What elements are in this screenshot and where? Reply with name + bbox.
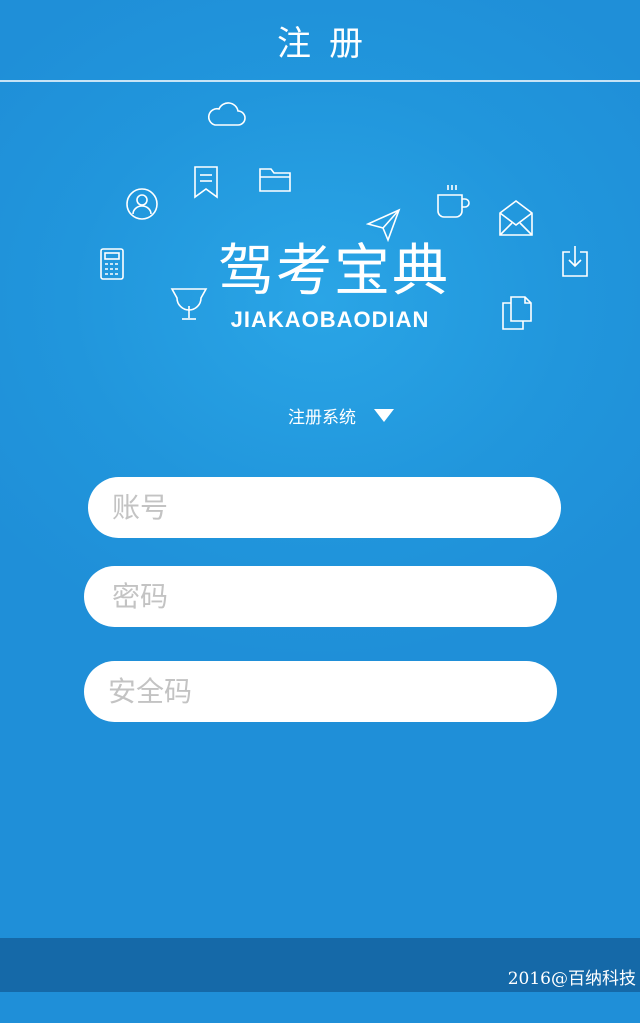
mail-icon xyxy=(498,199,534,237)
coffee-cup-icon xyxy=(434,183,470,221)
header-bar: 注册 xyxy=(0,0,640,82)
documents-icon xyxy=(501,295,533,331)
account-input[interactable] xyxy=(110,490,561,525)
system-select-label: 注册系统 xyxy=(288,407,356,428)
system-select-dropdown[interactable]: 注册系统 xyxy=(288,400,394,430)
download-icon xyxy=(560,244,590,278)
account-field[interactable] xyxy=(88,477,561,538)
calculator-icon xyxy=(99,247,125,281)
security-code-input[interactable] xyxy=(106,674,557,709)
bookmark-icon xyxy=(193,165,219,199)
logo-title-en: JIAKAOBAODIAN xyxy=(230,307,430,332)
paper-plane-icon xyxy=(366,208,402,242)
trophy-icon xyxy=(170,286,208,322)
folder-icon xyxy=(258,165,292,193)
user-icon xyxy=(124,186,160,222)
copyright-text: 2016@百纳科技 xyxy=(507,969,636,989)
password-field[interactable] xyxy=(84,566,557,627)
logo-title-cn: 驾考宝典 xyxy=(218,239,450,304)
caret-down-icon[interactable] xyxy=(374,408,394,422)
page-title: 注册 xyxy=(277,23,381,64)
password-input[interactable] xyxy=(110,579,557,614)
cloud-icon xyxy=(205,100,247,128)
footer-bar: 2016@百纳科技 xyxy=(0,938,640,992)
security-code-field[interactable] xyxy=(84,661,557,722)
